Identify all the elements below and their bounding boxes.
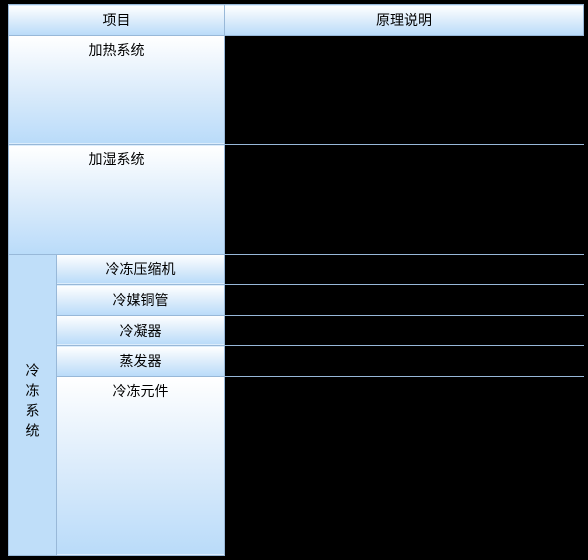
cell-cooling-desc-1 xyxy=(225,285,584,316)
cell-cooling-group: 冷冻系统 xyxy=(9,254,57,555)
cell-cooling-desc-2 xyxy=(225,315,584,346)
header-row: 项目 原理说明 xyxy=(9,5,584,36)
cell-humid-label: 加湿系统 xyxy=(9,145,225,255)
row-heating: 加热系统 xyxy=(9,35,584,145)
cell-cooling-item-1: 冷媒铜管 xyxy=(57,285,225,316)
cell-cooling-item-4: 冷冻元件 xyxy=(57,376,225,555)
cell-heating-desc xyxy=(225,35,584,145)
header-desc: 原理说明 xyxy=(225,5,584,36)
cell-humid-desc xyxy=(225,145,584,255)
row-humid: 加湿系统 xyxy=(9,145,584,255)
cell-cooling-desc-4 xyxy=(225,376,584,555)
cell-cooling-item-0: 冷冻压缩机 xyxy=(57,254,225,285)
cell-cooling-desc-3 xyxy=(225,346,584,377)
row-cooling-2: 冷凝器 xyxy=(9,315,584,346)
row-cooling-1: 冷媒铜管 xyxy=(9,285,584,316)
row-cooling-4: 冷冻元件 xyxy=(9,376,584,555)
spec-table: 项目 原理说明 加热系统 加湿系统 冷冻系统 冷冻压缩机 冷媒铜管 冷凝器 蒸发… xyxy=(8,4,584,556)
header-item: 项目 xyxy=(9,5,225,36)
cooling-group-label: 冷冻系统 xyxy=(23,363,43,443)
row-cooling-0: 冷冻系统 冷冻压缩机 xyxy=(9,254,584,285)
row-cooling-3: 蒸发器 xyxy=(9,346,584,377)
cell-cooling-item-3: 蒸发器 xyxy=(57,346,225,377)
cell-cooling-desc-0 xyxy=(225,254,584,285)
cell-cooling-item-2: 冷凝器 xyxy=(57,315,225,346)
table-container: 项目 原理说明 加热系统 加湿系统 冷冻系统 冷冻压缩机 冷媒铜管 冷凝器 蒸发… xyxy=(0,0,588,560)
cell-heating-label: 加热系统 xyxy=(9,35,225,145)
